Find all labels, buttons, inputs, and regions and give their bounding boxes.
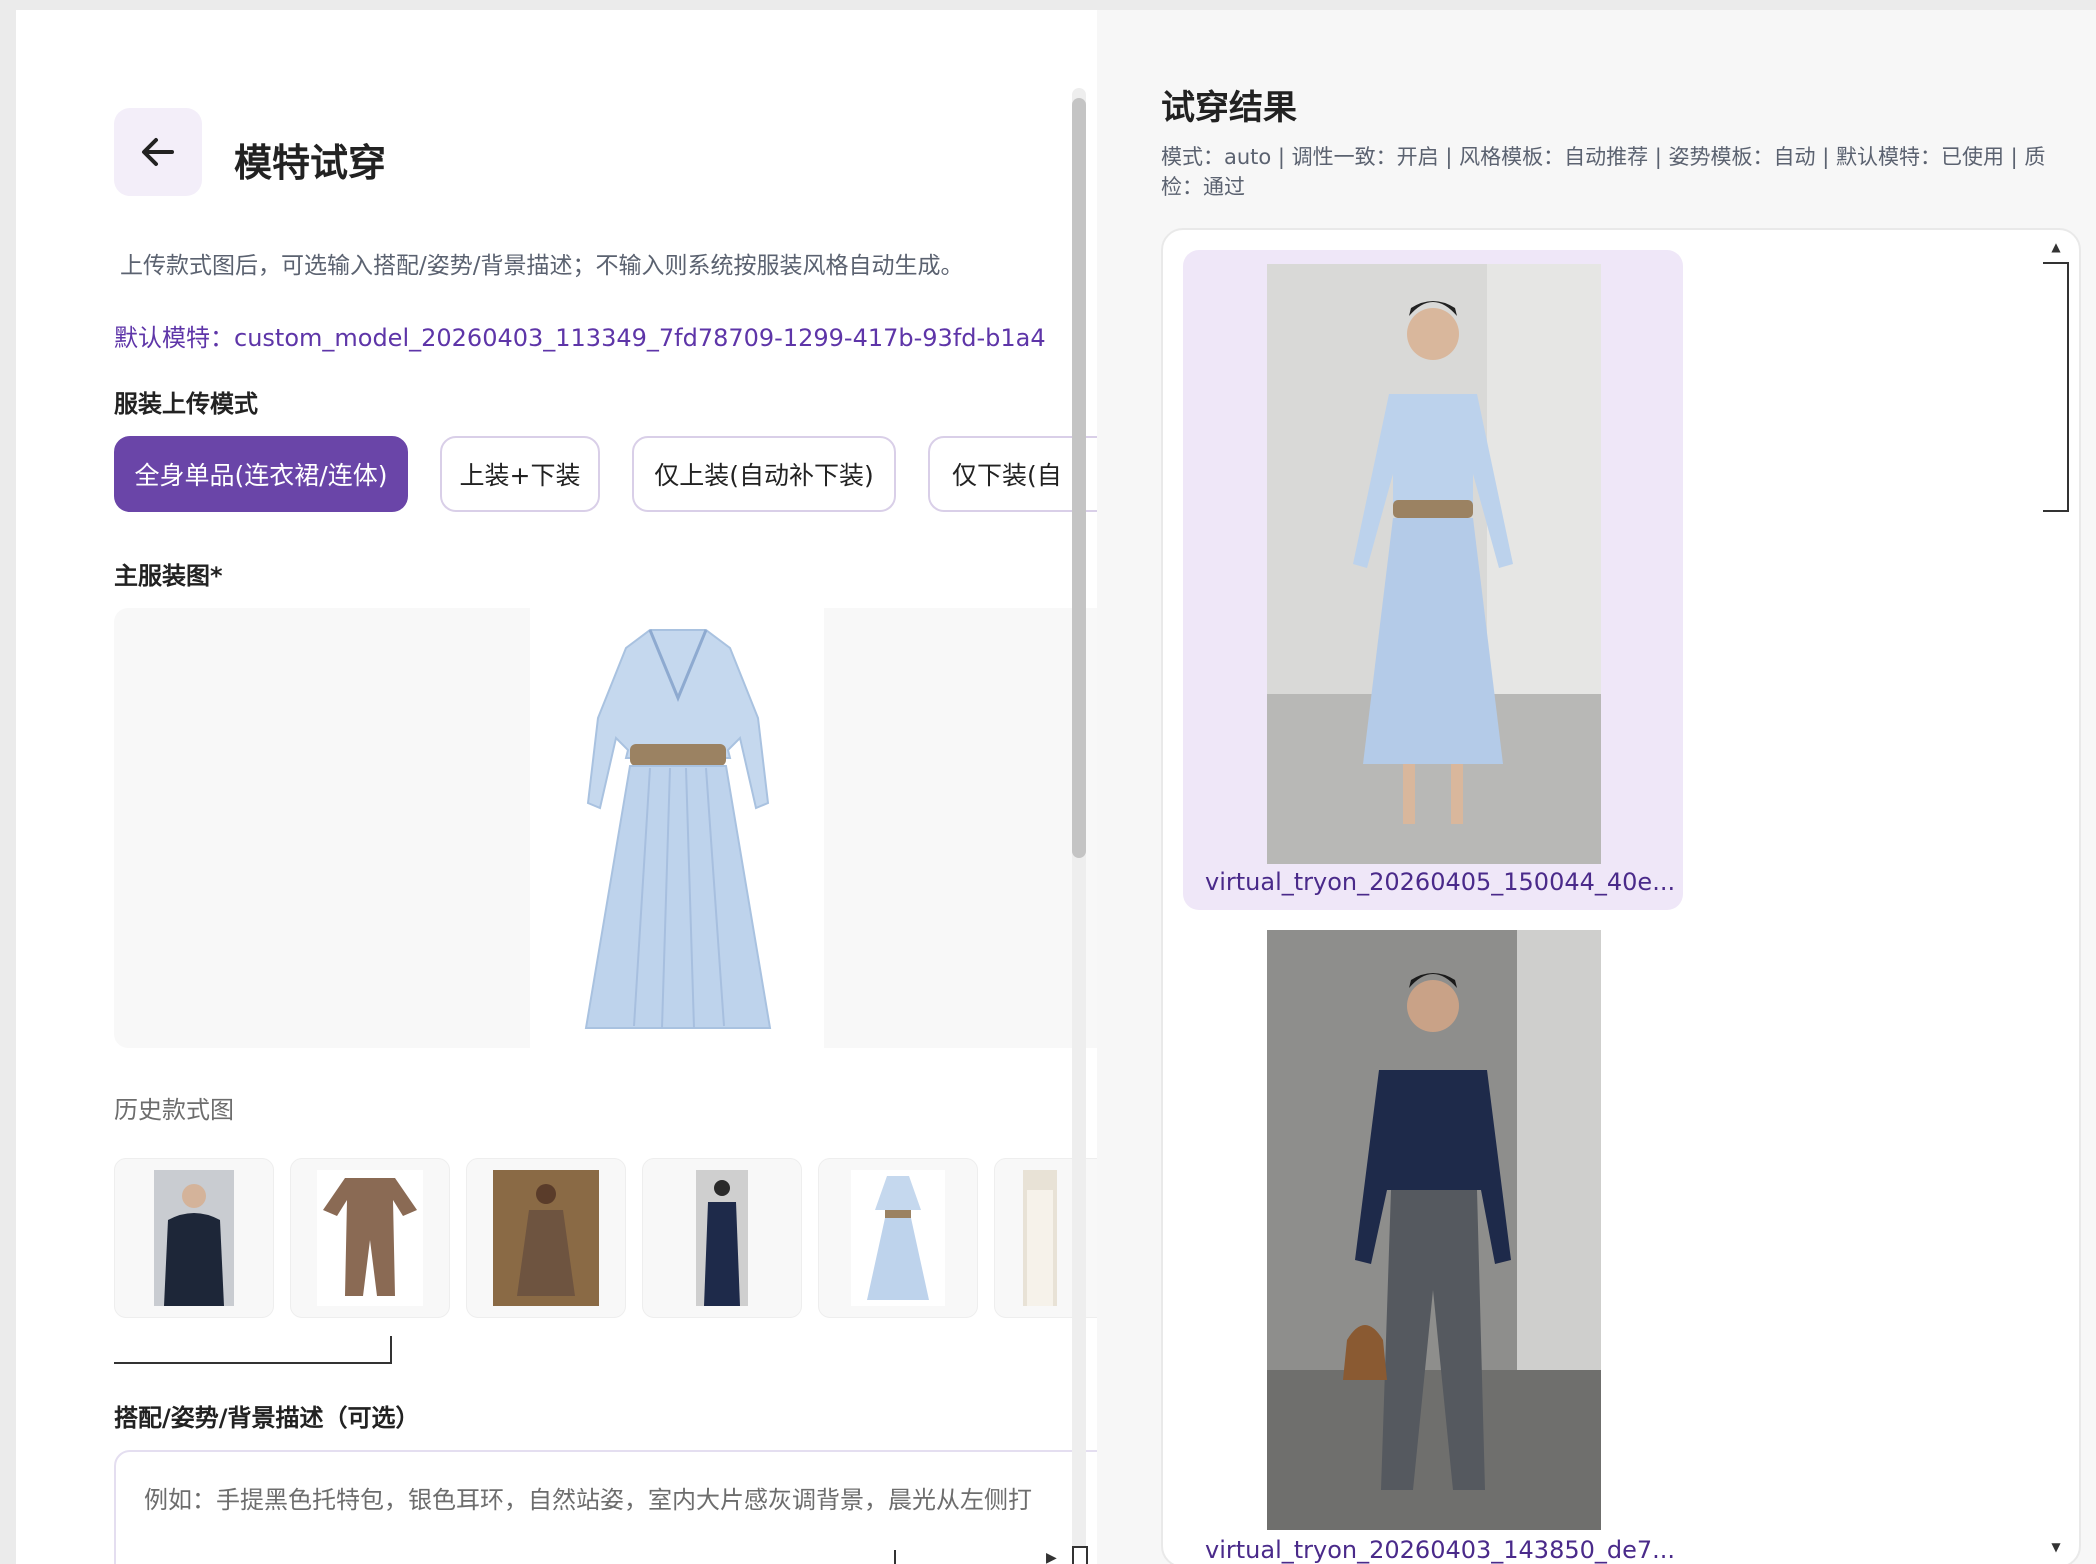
- upload-mode-label: 服装上传模式: [114, 390, 258, 418]
- back-button[interactable]: [114, 108, 202, 196]
- page-description: 上传款式图后，可选输入搭配/姿势/背景描述；不输入则系统按服装风格自动生成。: [120, 253, 964, 279]
- default-model-label: 默认模特：custom_model_20260403_113349_7fd787…: [114, 324, 1046, 352]
- mode-fullbody-button[interactable]: 全身单品(连衣裙/连体): [114, 436, 408, 512]
- history-scrollbar[interactable]: [114, 1336, 392, 1364]
- result-panel: 试穿结果 模式：auto | 调性一致：开启 | 风格模板：自动推荐 | 姿势模…: [1097, 10, 2096, 1564]
- mode-top-bottom-button[interactable]: 上装+下装: [440, 436, 600, 512]
- result-card[interactable]: virtual_tryon_20260405_150044_40e...: [1183, 250, 1683, 910]
- result-image[interactable]: [1267, 264, 1601, 864]
- result-meta: 模式：auto | 调性一致：开启 | 风格模板：自动推荐 | 姿势模板：自动 …: [1161, 145, 2046, 199]
- description-textarea[interactable]: 例如：手提黑色托特包，银色耳环，自然站姿，室内大片感灰调背景，晨光从左侧打: [114, 1450, 1097, 1564]
- history-thumb[interactable]: [290, 1158, 450, 1318]
- history-label: 历史款式图: [114, 1096, 234, 1124]
- description-label: 搭配/姿势/背景描述（可选）: [114, 1404, 420, 1432]
- scroll-corner: [1072, 1546, 1088, 1564]
- result-caption[interactable]: virtual_tryon_20260405_150044_40e...: [1205, 868, 1675, 896]
- result-caption[interactable]: virtual_tryon_20260403_143850_de7...: [1205, 1536, 1675, 1564]
- tryon-form-panel: 模特试穿 上传款式图后，可选输入搭配/姿势/背景描述；不输入则系统按服装风格自动…: [16, 10, 1097, 1564]
- history-thumb[interactable]: [818, 1158, 978, 1318]
- history-thumbnails: [114, 1158, 1097, 1318]
- arrow-left-icon: [142, 138, 174, 166]
- main-image-label: 主服装图*: [114, 562, 223, 590]
- left-panel-scroll-thumb[interactable]: [1072, 98, 1086, 858]
- history-thumb[interactable]: [114, 1158, 274, 1318]
- result-title: 试穿结果: [1161, 88, 1297, 128]
- results-scrollbar[interactable]: ▲ ▼: [2043, 240, 2069, 1560]
- result-image[interactable]: [1267, 930, 1601, 1530]
- page-title: 模特试穿: [234, 141, 387, 185]
- mode-top-only-button[interactable]: 仅上装(自动补下装): [632, 436, 896, 512]
- window-top-strip: [0, 0, 2096, 10]
- upload-mode-group: 全身单品(连衣裙/连体) 上装+下装 仅上装(自动补下装) 仅下装(自: [114, 436, 1097, 512]
- results-list: virtual_tryon_20260405_150044_40e... vir…: [1161, 228, 2081, 1564]
- horizontal-scrollbar[interactable]: [96, 1550, 896, 1564]
- main-garment-preview[interactable]: [114, 608, 1097, 1048]
- scroll-right-arrow-icon[interactable]: ▶: [1046, 1550, 1057, 1564]
- history-thumb[interactable]: [642, 1158, 802, 1318]
- scroll-down-arrow-icon[interactable]: ▼: [2043, 1540, 2069, 1560]
- main-garment-image: [530, 608, 824, 1048]
- results-scroll-thumb[interactable]: [2043, 262, 2069, 512]
- result-card[interactable]: virtual_tryon_20260403_143850_de7...: [1183, 930, 1683, 1564]
- scroll-up-arrow-icon[interactable]: ▲: [2043, 240, 2069, 260]
- history-thumb[interactable]: [466, 1158, 626, 1318]
- window-left-strip: [0, 0, 16, 1564]
